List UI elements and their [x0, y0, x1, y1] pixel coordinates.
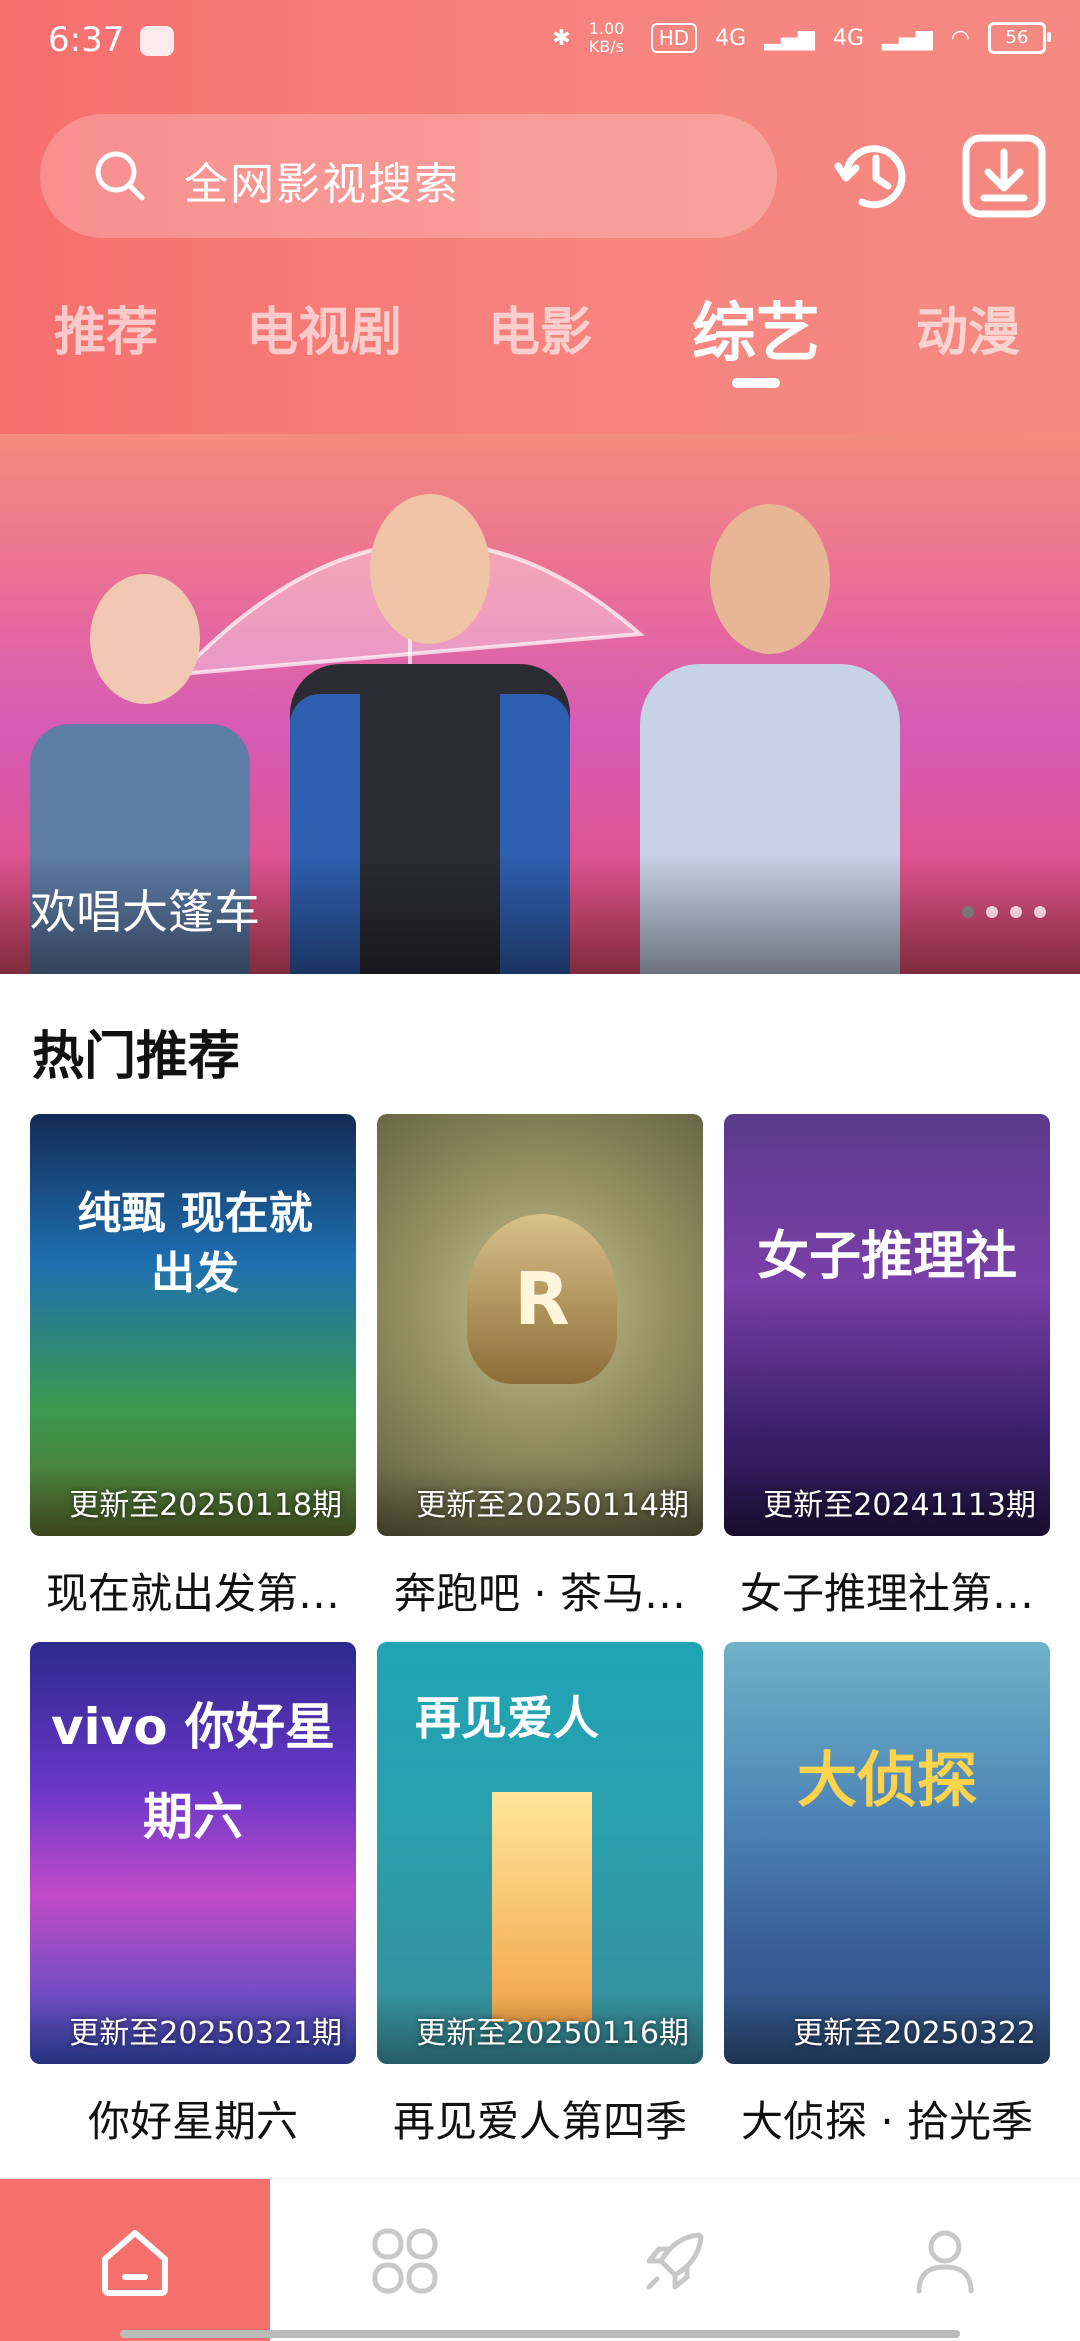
card-title: 现在就出发第… — [45, 1569, 340, 1618]
history-icon[interactable] — [826, 128, 922, 224]
tab-variety[interactable]: 综艺 — [692, 282, 820, 374]
poster-door — [492, 1792, 592, 2022]
nav-category[interactable] — [270, 2179, 540, 2341]
section-title: 热门推荐 — [32, 1027, 241, 1087]
notification-icon — [140, 26, 174, 56]
update-label: 更新至20250114期 — [416, 1488, 689, 1523]
update-label: 更新至20241113期 — [763, 1488, 1036, 1523]
poster-art-text: vivo 你好星期六 — [50, 1698, 336, 1846]
carousel-dot[interactable] — [962, 906, 974, 918]
category-icon — [372, 2228, 438, 2294]
tab-recommend[interactable]: 推荐 — [54, 290, 158, 365]
card-title: 再见爱人第四季 — [392, 2097, 687, 2146]
search-bar[interactable]: 全网影视搜索 — [40, 114, 777, 238]
status-time: 6:37 — [48, 20, 125, 60]
update-label: 更新至20250322 — [793, 2016, 1036, 2051]
bottom-nav — [0, 2178, 1080, 2341]
nav-discover[interactable] — [540, 2179, 810, 2341]
tab-indicator — [732, 378, 780, 388]
poster[interactable]: 女子推理社 更新至20241113期 — [724, 1114, 1050, 1536]
signal-bars-icon: ▂▄▆ — [882, 25, 933, 51]
net-speed: 1.00 KB/s — [588, 19, 625, 56]
category-tabs: 推荐 电视剧 电影 综艺 动漫 — [0, 290, 1080, 380]
battery-icon: 56 — [988, 22, 1051, 54]
wifi-icon: ◠ — [950, 25, 970, 51]
poster[interactable]: 大侦探 更新至20250322 — [724, 1642, 1050, 2064]
signal-bars-icon: ▂▄▆ — [764, 25, 815, 51]
gesture-bar — [120, 2330, 960, 2338]
nav-home[interactable] — [0, 2179, 270, 2341]
poster-art-text: 大侦探 — [797, 1746, 977, 1816]
rocket-icon — [646, 2232, 704, 2290]
poster-art-text: R — [467, 1214, 617, 1384]
update-label: 更新至20250321期 — [69, 2016, 342, 2051]
download-icon[interactable] — [956, 128, 1052, 224]
card-title: 奔跑吧 · 茶马… — [393, 1569, 687, 1618]
card-title: 女子推理社第… — [739, 1569, 1034, 1618]
hd-badge: HD — [650, 23, 698, 53]
carousel-dot[interactable] — [986, 906, 998, 918]
card-title: 大侦探 · 拾光季 — [740, 2097, 1034, 2146]
poster-art-text: 女子推理社 — [756, 1227, 1017, 1287]
home-icon — [102, 2230, 168, 2296]
poster[interactable]: 再见爱人 更新至20250116期 — [377, 1642, 703, 2064]
tab-movies[interactable]: 电影 — [488, 290, 592, 365]
status-right: ✱ 1.00 KB/s HD 4G ▂▄▆ 4G ▂▄▆ ◠ 56 — [552, 19, 1051, 56]
banner-caption: 欢唱大篷车 — [30, 885, 260, 939]
poster-art-text: 纯甄 现在就出发 — [77, 1188, 313, 1299]
card-title: 你好星期六 — [87, 2097, 298, 2146]
carousel-dot[interactable] — [1010, 906, 1022, 918]
poster[interactable]: vivo 你好星期六 更新至20250321期 — [30, 1642, 356, 2064]
signal-4g-2: 4G — [832, 25, 865, 51]
search-placeholder: 全网影视搜索 — [184, 159, 460, 210]
carousel-dot[interactable] — [1034, 906, 1046, 918]
status-bar: 6:37 ✱ 1.00 KB/s HD 4G ▂▄▆ 4G ▂▄▆ ◠ 56 — [0, 0, 1080, 84]
profile-icon — [916, 2230, 974, 2294]
nav-profile[interactable] — [810, 2179, 1080, 2341]
poster[interactable]: R 更新至20250114期 — [377, 1114, 703, 1536]
tab-anime[interactable]: 动漫 — [916, 290, 1020, 365]
poster-art-text: 再见爱人 — [415, 1691, 599, 1745]
update-label: 更新至20250116期 — [416, 2016, 689, 2051]
carousel-dots — [962, 906, 1046, 918]
update-label: 更新至20250118期 — [69, 1488, 342, 1523]
poster[interactable]: 纯甄 现在就出发 更新至20250118期 — [30, 1114, 356, 1536]
bluetooth-icon: ✱ — [552, 25, 571, 51]
banner-carousel[interactable]: 欢唱大篷车 — [0, 434, 1080, 974]
search-icon — [95, 151, 145, 201]
signal-4g-1: 4G — [715, 25, 747, 51]
tab-tv-series[interactable]: 电视剧 — [246, 290, 402, 365]
